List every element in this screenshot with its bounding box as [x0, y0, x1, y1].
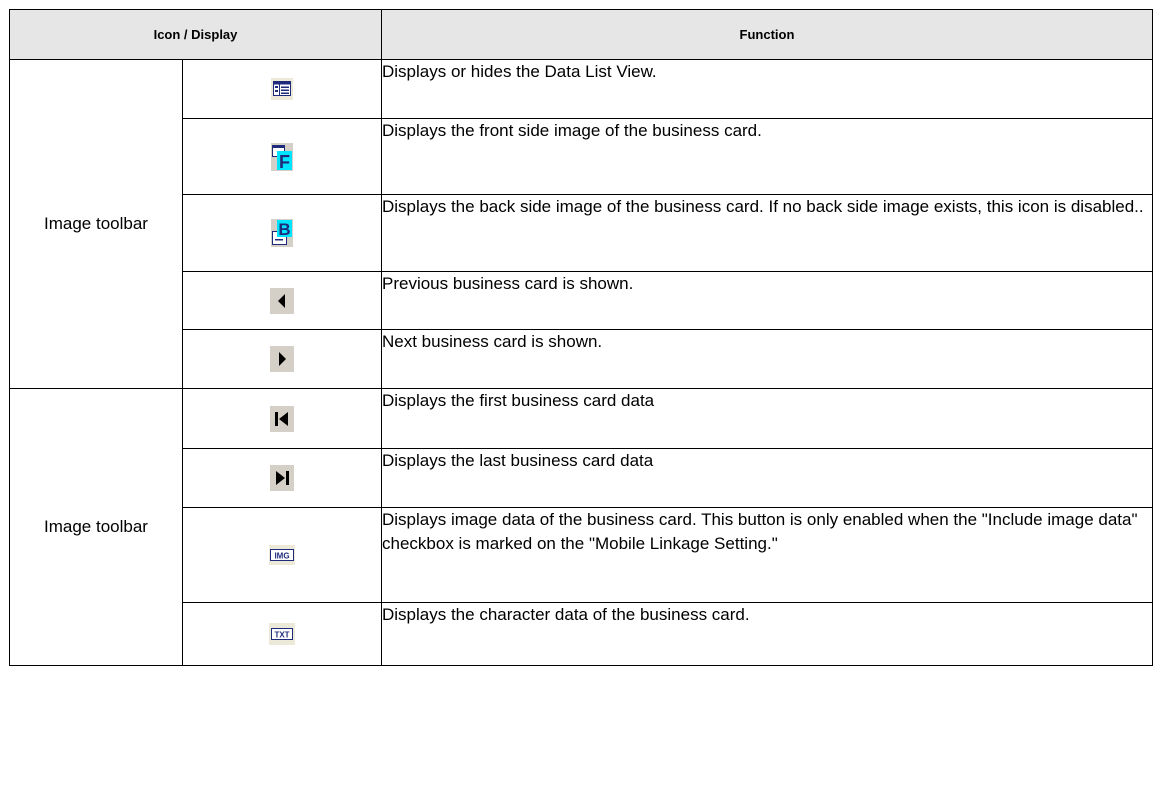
table-row: Image toolbar Displays or hides the Data… [9, 59, 1153, 389]
icon-cell: F [182, 118, 382, 195]
front-side-icon: F [271, 142, 293, 171]
icon-function-table: Icon / Display Function Image toolbar Di… [9, 9, 1153, 666]
header-icon-display: Icon / Display [9, 9, 382, 60]
function-text: Previous business card is shown. [381, 271, 1153, 330]
text-data-icon: TXT [269, 623, 295, 645]
icon-cell [182, 388, 382, 449]
back-side-icon: B [271, 219, 293, 247]
icon-cell [182, 271, 382, 330]
first-record-icon [270, 405, 294, 432]
previous-icon [270, 287, 294, 314]
icon-cell: B [182, 194, 382, 272]
image-data-icon-label: IMG [274, 552, 289, 561]
table-row: Image toolbar Displays the first busines… [9, 388, 1153, 666]
function-text: Displays the back side image of the busi… [381, 194, 1153, 272]
function-text: Displays image data of the business card… [381, 507, 1153, 603]
function-text: Displays the front side image of the bus… [381, 118, 1153, 195]
function-text: Displays the first business card data [381, 388, 1153, 449]
icon-cell: TXT [182, 602, 382, 666]
function-text: Displays or hides the Data List View. [381, 59, 1153, 119]
front-side-icon-letter: F [279, 152, 290, 171]
header-row: Icon / Display Function [9, 9, 1153, 60]
data-list-view-icon [271, 78, 293, 100]
last-record-icon [270, 465, 294, 491]
back-side-icon-letter: B [278, 220, 290, 239]
header-function: Function [381, 9, 1153, 60]
icon-cell [182, 448, 382, 508]
group-label: Image toolbar [9, 388, 183, 666]
function-text: Next business card is shown. [381, 329, 1153, 389]
icon-cell [182, 329, 382, 389]
group-label: Image toolbar [9, 59, 183, 389]
function-text: Displays the last business card data [381, 448, 1153, 508]
text-data-icon-label: TXT [274, 631, 289, 640]
next-icon [270, 346, 294, 372]
icon-cell [182, 59, 382, 119]
icon-cell: IMG [182, 507, 382, 603]
image-data-icon: IMG [269, 545, 295, 565]
function-text: Displays the character data of the busin… [381, 602, 1153, 666]
